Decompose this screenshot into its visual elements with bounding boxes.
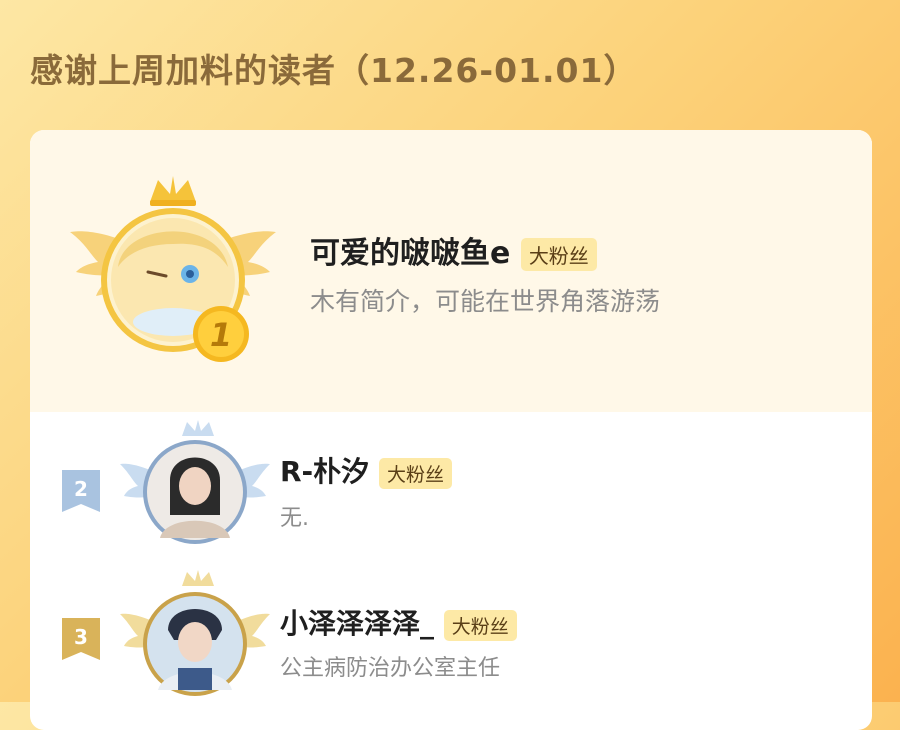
- reader-list-card: 1 可爱的啵啵鱼e 大粉丝 木有简介，可能在世界角落游荡 2 R-朴汐 大粉丝 …: [30, 130, 872, 730]
- reader-name[interactable]: R-朴汐 大粉丝: [280, 450, 452, 490]
- avatar: [147, 444, 243, 540]
- svg-text:3: 3: [74, 625, 88, 649]
- fan-badge: 大粉丝: [378, 457, 452, 489]
- fan-badge: 大粉丝: [443, 609, 517, 641]
- list-item-rank-2[interactable]: 2 R-朴汐 大粉丝 无.: [30, 412, 872, 558]
- avatar-frame: [120, 420, 270, 550]
- avatar: [147, 596, 243, 692]
- crown-icon: [150, 176, 196, 206]
- svg-text:2: 2: [74, 477, 88, 501]
- reader-bio: 公主病防治办公室主任: [280, 656, 501, 681]
- rank-medal-icon: 1: [193, 306, 249, 362]
- list-item-rank-3[interactable]: 3 小泽泽泽泽_ 大粉丝 公主病防治办公室主任: [30, 558, 872, 708]
- page-title: 感谢上周加料的读者（12.26-01.01）: [30, 51, 638, 90]
- avatar-frame: 1: [68, 172, 278, 372]
- svg-text:1: 1: [210, 316, 232, 354]
- reader-bio: 无.: [280, 506, 309, 531]
- crown-icon: [182, 420, 214, 436]
- rank-ribbon-icon: 3: [58, 616, 104, 666]
- rank-ribbon-icon: 2: [58, 468, 104, 518]
- list-item-rank-1[interactable]: 1 可爱的啵啵鱼e 大粉丝 木有简介，可能在世界角落游荡: [30, 130, 872, 412]
- avatar-frame: [120, 570, 270, 705]
- reader-bio: 木有简介，可能在世界角落游荡: [310, 287, 661, 316]
- reader-name[interactable]: 可爱的啵啵鱼e 大粉丝: [310, 228, 597, 272]
- fan-badge: 大粉丝: [520, 238, 597, 271]
- reader-name[interactable]: 小泽泽泽泽_ 大粉丝: [280, 602, 517, 642]
- reader-name-text[interactable]: 小泽泽泽泽_: [280, 607, 434, 640]
- crown-icon: [182, 570, 214, 586]
- reader-name-text[interactable]: R-朴汐: [280, 455, 369, 488]
- reader-name-text[interactable]: 可爱的啵啵鱼e: [310, 236, 510, 271]
